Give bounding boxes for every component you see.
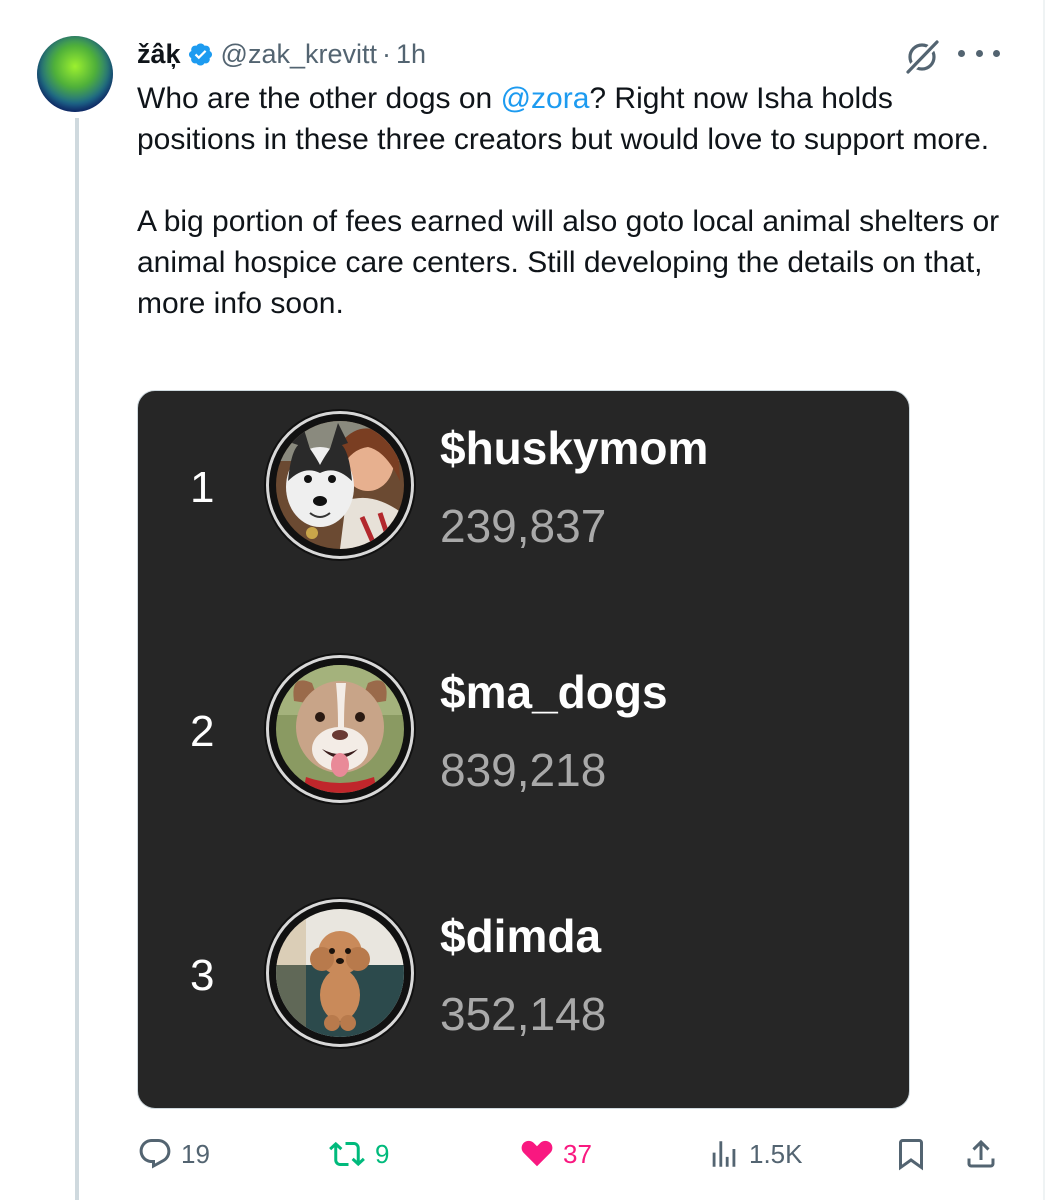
thread-connector-line xyxy=(75,118,79,1200)
reply-icon xyxy=(139,1139,171,1169)
views-icon xyxy=(712,1141,736,1167)
repost-icon xyxy=(329,1141,365,1167)
like-count: 37 xyxy=(563,1138,592,1169)
leaderboard-row: 3 $dimda 352,148 xyxy=(138,899,909,1059)
attached-image[interactable]: 1 $huskymom 239,837 2 $ma_dogs 839,218 3… xyxy=(137,390,910,1109)
tweet-paragraph-1: Who are the other dogs on @zora? Right n… xyxy=(137,78,1017,160)
more-icon[interactable] xyxy=(958,38,1000,68)
creator-name: $ma_dogs xyxy=(440,666,668,718)
timeline-border xyxy=(1043,0,1045,1200)
tweet-text: Who are the other dogs on @zora? Right n… xyxy=(137,78,1017,324)
heart-icon xyxy=(521,1140,553,1167)
repost-button[interactable]: 9 xyxy=(327,1132,389,1176)
tweet-paragraph-2: A big portion of fees earned will also g… xyxy=(137,205,1000,320)
share-icon xyxy=(967,1139,995,1168)
reply-count: 19 xyxy=(181,1138,210,1169)
creator-name: $huskymom xyxy=(440,422,709,474)
bookmark-icon xyxy=(899,1139,923,1171)
reply-button[interactable]: 19 xyxy=(137,1132,210,1176)
rank-number: 3 xyxy=(190,951,215,1000)
tweet-text-part: Who are the other dogs on xyxy=(137,82,501,115)
views-button[interactable]: 1.5K xyxy=(707,1132,803,1176)
leaderboard-row: 2 $ma_dogs 839,218 xyxy=(138,655,909,815)
creator-photo-husky xyxy=(276,421,404,549)
author-avatar[interactable] xyxy=(37,36,113,112)
tweet-actions-bar: 19 9 37 1.5K xyxy=(137,1132,1007,1176)
rank-number: 1 xyxy=(190,463,215,512)
bookmark-button[interactable] xyxy=(893,1132,929,1176)
repost-count: 9 xyxy=(375,1138,390,1169)
creator-photo-pitbull xyxy=(276,665,404,793)
header-separator: · xyxy=(382,38,391,69)
tweet-timestamp[interactable]: 1h xyxy=(396,39,426,70)
creator-holdings: 239,837 xyxy=(440,500,607,552)
creator-avatar xyxy=(266,899,414,1047)
mention-link[interactable]: @zora xyxy=(501,82,590,115)
share-button[interactable] xyxy=(963,1132,999,1176)
author-display-name[interactable]: žâķ xyxy=(137,39,181,70)
author-handle[interactable]: @zak_krevitt xyxy=(221,39,377,70)
creator-photo-poodle xyxy=(276,909,404,1037)
creator-avatar xyxy=(266,655,414,803)
verified-badge-icon xyxy=(188,42,212,66)
creator-holdings: 352,148 xyxy=(440,988,607,1040)
grok-icon[interactable] xyxy=(903,38,941,76)
creator-holdings: 839,218 xyxy=(440,744,607,796)
like-button[interactable]: 37 xyxy=(519,1132,592,1176)
views-count: 1.5K xyxy=(749,1138,803,1169)
leaderboard-row: 1 $huskymom 239,837 xyxy=(138,411,909,571)
rank-number: 2 xyxy=(190,707,215,756)
creator-name: $dimda xyxy=(440,910,602,962)
creator-avatar xyxy=(266,411,414,559)
tweet-header: žâķ @zak_krevitt · 1h xyxy=(137,36,426,72)
